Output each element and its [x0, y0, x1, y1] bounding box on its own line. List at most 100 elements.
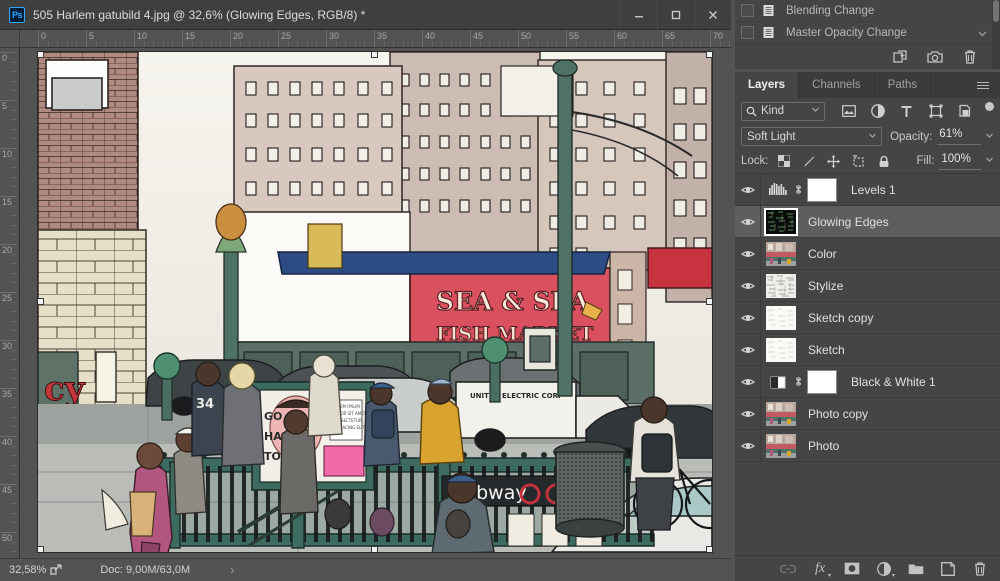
panel-menu-icon[interactable]	[974, 72, 992, 98]
transform-handle-bl[interactable]	[38, 546, 44, 552]
layer-thumbnail[interactable]	[766, 433, 796, 458]
layer-visibility-eye-icon[interactable]	[735, 237, 761, 270]
layer-thumbnail[interactable]	[766, 401, 796, 426]
black-white-icon[interactable]	[767, 374, 789, 390]
layer-row[interactable]: Black & White 1	[735, 365, 1000, 398]
tab-paths[interactable]: Paths	[875, 72, 932, 98]
layer-row[interactable]: Photo	[735, 429, 1000, 462]
fill-input[interactable]: 100%	[939, 153, 981, 170]
blend-mode-select[interactable]: Soft Light	[741, 127, 883, 146]
chevron-down-icon[interactable]	[811, 105, 820, 117]
status-expand-arrow[interactable]: ›	[230, 563, 234, 577]
layer-row[interactable]: Sketch copy	[735, 301, 1000, 334]
vertical-ruler[interactable]: 0 5 10 15 20 25 30 35 40 45 50	[0, 48, 20, 558]
tab-layers[interactable]: Layers	[735, 72, 800, 98]
padlock-icon[interactable]	[877, 154, 891, 168]
ruler-minor-tick	[11, 311, 17, 313]
history-snapshot-checkbox[interactable]	[741, 4, 754, 17]
layer-visibility-eye-icon[interactable]	[735, 365, 761, 398]
levels-icon[interactable]	[767, 182, 789, 198]
ruler-minor-tick	[345, 41, 347, 47]
horizontal-ruler[interactable]: 0 5 10 15 20 25 30 35 40 45 50 55 60 65 70	[20, 30, 731, 48]
layer-mask-thumbnail[interactable]	[807, 369, 837, 394]
ruler-minor-tick	[153, 41, 155, 47]
layer-row[interactable]: Sketch	[735, 333, 1000, 366]
layer-thumbnail[interactable]	[764, 207, 798, 236]
trash-icon[interactable]	[972, 561, 988, 577]
move-arrows-icon[interactable]	[827, 154, 841, 168]
chevron-down-icon[interactable]	[985, 131, 994, 143]
chevron-down-icon[interactable]	[985, 155, 994, 167]
transform-handle-bc[interactable]	[371, 546, 378, 552]
shape-icon[interactable]	[928, 104, 943, 119]
new-layer-icon[interactable]	[940, 561, 956, 577]
close-button[interactable]	[694, 0, 731, 30]
chevron-down-icon[interactable]	[974, 22, 990, 44]
mask-icon[interactable]	[844, 561, 860, 577]
new-doc-icon[interactable]	[891, 48, 908, 65]
share-icon[interactable]	[50, 564, 62, 576]
ruler-minor-tick	[393, 41, 395, 47]
artboard-icon[interactable]	[852, 154, 866, 168]
history-snapshot-checkbox[interactable]	[741, 26, 754, 39]
transform-handle-mr[interactable]	[706, 298, 712, 305]
tab-channels[interactable]: Channels	[799, 72, 875, 98]
layer-row[interactable]: Photo copy	[735, 397, 1000, 430]
layer-visibility-eye-icon[interactable]	[735, 397, 761, 430]
image-canvas[interactable]: cy SEA & SEA FISH MARKET FRESH • DAILY	[38, 52, 712, 552]
transform-handle-tl[interactable]	[38, 52, 44, 58]
camera-icon[interactable]	[926, 48, 943, 65]
layer-thumbnail[interactable]	[766, 305, 796, 330]
image-icon[interactable]	[841, 104, 856, 119]
scrollbar-thumb[interactable]	[993, 0, 999, 22]
maximize-button[interactable]	[657, 0, 694, 30]
half-circle-icon[interactable]	[870, 104, 885, 119]
folder-icon[interactable]	[908, 561, 924, 577]
layer-visibility-eye-icon[interactable]	[735, 205, 761, 238]
trash-icon[interactable]	[961, 48, 978, 65]
transform-handle-tc[interactable]	[371, 52, 378, 58]
history-item-master-opacity-change[interactable]: Master Opacity Change	[735, 22, 1000, 44]
zoom-level[interactable]: 32,58%	[9, 564, 46, 576]
layer-visibility-eye-icon[interactable]	[735, 301, 761, 334]
opacity-input[interactable]: 61%	[937, 128, 981, 145]
layer-mask-thumbnail[interactable]	[807, 177, 837, 202]
layer-row[interactable]: Stylize	[735, 269, 1000, 302]
layer-row[interactable]: Glowing Edges	[735, 205, 1000, 238]
transform-handle-ml[interactable]	[38, 298, 44, 305]
filter-enable-toggle[interactable]	[985, 101, 994, 121]
link-icon[interactable]	[780, 561, 796, 577]
half-circle-icon[interactable]: ▾	[876, 561, 895, 579]
layers-panel: Layers Channels Paths Kind Soft Light Op…	[735, 72, 1000, 581]
ruler-minor-tick	[412, 41, 414, 47]
photoshop-window: Ps 505 Harlem gatubild 4.jpg @ 32,6% (Gl…	[0, 0, 1000, 581]
history-scrollbar[interactable]	[992, 0, 1000, 69]
layer-thumbnail[interactable]	[766, 241, 796, 266]
brush-icon[interactable]	[802, 154, 816, 168]
layer-visibility-eye-icon[interactable]	[735, 269, 761, 302]
transform-handle-br[interactable]	[706, 546, 712, 552]
mask-link-icon[interactable]	[791, 375, 805, 388]
mask-link-icon[interactable]	[791, 183, 805, 196]
layer-thumbnail[interactable]	[766, 337, 796, 362]
filter-kind-select[interactable]: Kind	[741, 101, 825, 121]
layer-row[interactable]: Color	[735, 237, 1000, 270]
ruler-minor-tick	[11, 215, 17, 217]
transform-handle-tr[interactable]	[706, 52, 712, 58]
text-t-icon[interactable]	[899, 104, 914, 119]
canvas-scroll-area[interactable]: cy SEA & SEA FISH MARKET FRESH • DAILY	[20, 48, 731, 558]
history-item-label: Master Opacity Change	[786, 26, 907, 39]
chevron-down-icon[interactable]	[868, 131, 877, 143]
smart-object-icon[interactable]	[957, 104, 972, 119]
layer-list[interactable]: Levels 1 Glowing Edges Color Stylize Ske…	[735, 174, 1000, 508]
title-bar[interactable]: Ps 505 Harlem gatubild 4.jpg @ 32,6% (Gl…	[0, 0, 731, 30]
minimize-button[interactable]	[620, 0, 657, 30]
layer-visibility-eye-icon[interactable]	[735, 429, 761, 462]
layer-thumbnail[interactable]	[766, 273, 796, 298]
layer-row[interactable]: Levels 1	[735, 174, 1000, 206]
layer-visibility-eye-icon[interactable]	[735, 174, 761, 206]
checkerboard-icon[interactable]	[777, 154, 791, 168]
layer-visibility-eye-icon[interactable]	[735, 333, 761, 366]
history-item-blending-change[interactable]: Blending Change	[735, 0, 1000, 22]
fx-icon[interactable]: fx ▾	[812, 561, 831, 579]
